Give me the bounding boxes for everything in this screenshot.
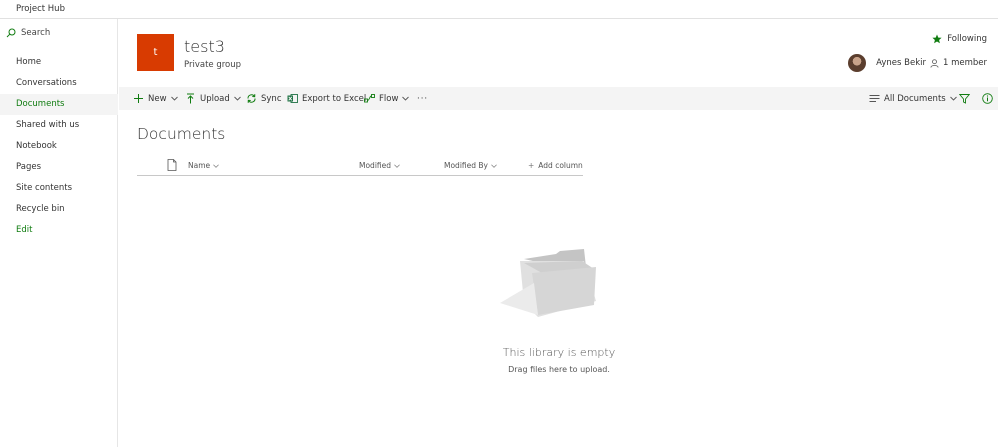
chevron-down-icon bbox=[402, 96, 410, 101]
column-modified-by[interactable]: Modified By bbox=[444, 161, 497, 170]
view-list-icon bbox=[869, 95, 880, 102]
upload-label: Upload bbox=[200, 93, 230, 104]
column-modified[interactable]: Modified bbox=[359, 161, 400, 170]
column-name-label: Name bbox=[188, 161, 211, 170]
site-header: t test3 Private group Following Aynes Be… bbox=[119, 19, 998, 85]
add-column-button[interactable]: + Add column bbox=[528, 161, 583, 170]
group-name[interactable]: test3 bbox=[184, 37, 225, 56]
info-button[interactable] bbox=[982, 87, 997, 110]
nav-item-pages[interactable]: Pages bbox=[0, 157, 118, 178]
view-selector[interactable]: All Documents bbox=[869, 87, 957, 110]
chevron-down-icon bbox=[170, 96, 178, 101]
new-label: New bbox=[148, 93, 167, 104]
column-modified-label: Modified bbox=[359, 161, 392, 170]
file-type-icon[interactable] bbox=[167, 159, 177, 171]
search-box[interactable]: Search bbox=[6, 25, 112, 41]
excel-icon bbox=[287, 94, 298, 103]
sync-icon bbox=[247, 94, 256, 103]
flow-icon bbox=[364, 94, 375, 103]
page-title: Documents bbox=[137, 125, 226, 143]
nav-edit-link[interactable]: Edit bbox=[0, 220, 118, 241]
following-button[interactable]: Following bbox=[932, 34, 987, 44]
sync-button[interactable]: Sync bbox=[246, 87, 282, 110]
group-logo-letter: t bbox=[153, 47, 158, 58]
empty-state-title: This library is empty bbox=[502, 346, 616, 359]
nav-item-conversations[interactable]: Conversations bbox=[0, 73, 118, 94]
chevron-down-icon bbox=[394, 163, 400, 168]
new-button[interactable]: New bbox=[133, 87, 178, 110]
site-title[interactable]: Project Hub bbox=[16, 4, 65, 14]
more-options-button[interactable]: ··· bbox=[417, 87, 428, 110]
export-to-excel-button[interactable]: Export to Excel bbox=[287, 87, 366, 110]
avatar bbox=[848, 54, 867, 72]
chevron-down-icon bbox=[213, 163, 219, 168]
search-label: Search bbox=[21, 28, 51, 38]
add-column-plus-icon: + bbox=[528, 161, 535, 170]
flow-label: Flow bbox=[379, 93, 399, 104]
person-icon bbox=[930, 58, 939, 68]
search-icon bbox=[6, 28, 16, 38]
members-button[interactable]: 1 member bbox=[930, 58, 987, 68]
column-name[interactable]: Name bbox=[188, 161, 219, 170]
filter-icon bbox=[959, 94, 970, 104]
left-navigation: Search Home Conversations Documents Shar… bbox=[0, 19, 118, 447]
view-label: All Documents bbox=[884, 93, 946, 104]
chevron-down-icon bbox=[491, 163, 497, 168]
upload-icon bbox=[187, 93, 194, 104]
nav-item-notebook[interactable]: Notebook bbox=[0, 136, 118, 157]
owner-name: Aynes Bekir bbox=[876, 58, 926, 68]
filter-button[interactable] bbox=[959, 87, 974, 110]
members-label: 1 member bbox=[942, 58, 987, 68]
nav-item-home[interactable]: Home bbox=[0, 52, 118, 73]
nav-item-site-contents[interactable]: Site contents bbox=[0, 178, 118, 199]
group-type: Private group bbox=[184, 60, 242, 70]
export-label: Export to Excel bbox=[302, 93, 367, 104]
column-modified-by-label: Modified By bbox=[444, 161, 488, 170]
nav-item-documents[interactable]: Documents bbox=[0, 94, 118, 115]
empty-folder-illustration bbox=[500, 249, 596, 317]
nav-item-shared-with-us[interactable]: Shared with us bbox=[0, 115, 118, 136]
column-header-row: Name Modified Modified By + Add column bbox=[137, 157, 583, 176]
flow-button[interactable]: Flow bbox=[364, 87, 410, 110]
owner-info[interactable]: Aynes Bekir bbox=[848, 54, 926, 72]
sync-label: Sync bbox=[261, 93, 282, 104]
plus-icon bbox=[134, 94, 143, 103]
chevron-down-icon bbox=[233, 96, 241, 101]
chevron-down-icon bbox=[949, 96, 957, 101]
nav-list: Home Conversations Documents Shared with… bbox=[0, 52, 118, 241]
upload-button[interactable]: Upload bbox=[185, 87, 241, 110]
star-icon bbox=[932, 34, 942, 44]
command-bar: New Upload Sync Export to Excel Flow ···… bbox=[119, 87, 998, 110]
add-column-label: Add column bbox=[538, 161, 583, 170]
suite-bar: Project Hub bbox=[0, 0, 998, 19]
nav-item-recycle-bin[interactable]: Recycle bin bbox=[0, 199, 118, 220]
following-label: Following bbox=[947, 34, 987, 44]
info-icon bbox=[982, 93, 993, 104]
group-logo[interactable]: t bbox=[137, 34, 174, 71]
empty-state-subtitle: Drag files here to upload. bbox=[508, 365, 610, 374]
